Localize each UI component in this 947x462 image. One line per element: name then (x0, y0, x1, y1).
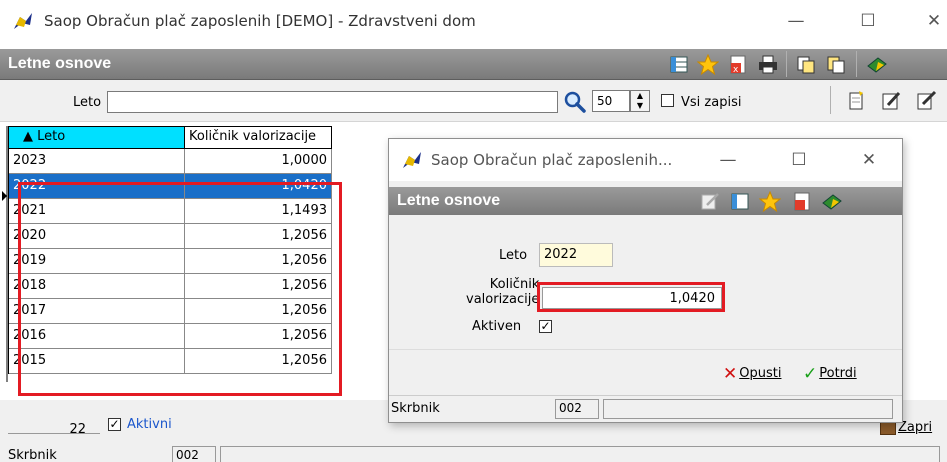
spin-up-icon[interactable]: ▲ (631, 91, 649, 101)
toolbar-separator (856, 51, 857, 77)
table-header: ▲ Leto Količnik valorizacije (9, 126, 332, 149)
section-header: Letne osnove x (0, 49, 947, 80)
aktiven-label: Aktiven (472, 319, 522, 334)
close-window-label: Zapri (898, 420, 933, 435)
dialog-owner-name (603, 399, 893, 419)
edit-multiple-icon[interactable] (915, 90, 937, 111)
dialog-status-bar: Skrbnik 002 (389, 395, 902, 422)
cancel-button[interactable]: ✕ Opusti (723, 364, 781, 384)
highlight-box-rows (18, 182, 342, 396)
aktiven-checkbox[interactable]: ✓ (539, 320, 552, 333)
active-only-label[interactable]: Aktivni (127, 417, 172, 432)
leto-field[interactable]: 2022 (539, 243, 613, 267)
all-records-label: Vsi zapisi (681, 95, 742, 110)
exit-book-icon[interactable] (866, 54, 888, 75)
confirm-label: Potrdi (819, 366, 857, 381)
svg-text:x: x (733, 65, 739, 75)
dialog-minimize-button[interactable]: — (714, 147, 742, 173)
dialog-close-button[interactable]: ✕ (855, 147, 883, 173)
page-size-input[interactable]: 50 (592, 90, 630, 112)
cancel-label: Opusti (739, 366, 782, 381)
page-size-stepper[interactable]: ▲ ▼ (630, 90, 650, 112)
section-title: Letne osnove (8, 55, 112, 72)
paste-record-icon[interactable] (825, 54, 847, 75)
toolbar-separator (830, 86, 831, 114)
main-titlebar: Saop Obračun plač zaposlenih [DEMO] - Zd… (0, 0, 947, 42)
active-only-checkbox[interactable]: ✓ (108, 418, 121, 431)
dialog-section-header: Letne osnove (389, 187, 902, 215)
dialog-owner-value: 002 (555, 399, 599, 419)
dialog-actions: ✕ Opusti ✓ Potrdi (389, 350, 902, 395)
dialog-title: Saop Obračun plač zaposlenih... (431, 151, 673, 169)
leto-filter-input[interactable] (107, 91, 558, 113)
edit-record-icon[interactable] (880, 90, 902, 111)
new-record-icon[interactable] (845, 90, 867, 111)
close-button[interactable]: ✕ (920, 8, 947, 34)
minimize-button[interactable]: — (782, 8, 810, 34)
copy-record-icon[interactable] (795, 54, 817, 75)
owner-value: 002 (172, 446, 216, 462)
owner-name-field (220, 446, 940, 462)
cell-kolicnik[interactable]: 1,0000 (185, 149, 332, 174)
export-excel-icon[interactable] (791, 191, 813, 212)
favorite-star-icon[interactable] (697, 54, 719, 75)
edit-pencil-icon[interactable] (699, 191, 721, 212)
leto-filter-label: Leto (73, 95, 102, 110)
kolicnik-label-line2: valorizacije (466, 292, 540, 307)
all-records-checkbox[interactable] (661, 94, 674, 107)
exit-book-icon[interactable] (821, 191, 843, 212)
row-indicator-icon (2, 126, 8, 382)
dialog-section-title: Letne osnove (397, 192, 501, 209)
table-row[interactable]: 2023 1,0000 (9, 149, 332, 174)
app-logo-icon (403, 152, 421, 168)
filter-toolbar: Leto 50 ▲ ▼ Vsi zapisi (0, 80, 947, 122)
edit-dialog: Saop Obračun plač zaposlenih... — ☐ ✕ Le… (388, 138, 903, 423)
dialog-maximize-button[interactable]: ☐ (785, 147, 813, 173)
confirm-button[interactable]: ✓ Potrdi (803, 364, 857, 384)
record-count: 22 (8, 410, 100, 437)
owner-label: Skrbnik (8, 448, 57, 462)
confirm-check-icon: ✓ (803, 364, 818, 384)
search-icon[interactable] (563, 90, 587, 114)
column-header-leto[interactable]: ▲ Leto (9, 126, 185, 149)
spin-down-icon[interactable]: ▼ (631, 101, 649, 111)
columns-icon[interactable] (668, 54, 690, 75)
kolicnik-label-line1: Količnik (489, 277, 540, 292)
row-indicator-column (0, 126, 8, 382)
cell-leto[interactable]: 2023 (9, 149, 185, 174)
window-title: Saop Obračun plač zaposlenih [DEMO] - Zd… (44, 12, 476, 30)
print-icon[interactable] (757, 54, 779, 75)
highlight-box-field (537, 282, 725, 312)
maximize-button[interactable]: ☐ (854, 8, 882, 34)
toolbar-separator (786, 51, 787, 77)
columns-icon[interactable] (729, 191, 751, 212)
leto-label: Leto (499, 248, 528, 263)
app-logo-icon (14, 13, 32, 29)
export-excel-icon[interactable]: x (727, 54, 749, 75)
dialog-owner-label: Skrbnik (391, 401, 440, 416)
favorite-star-icon[interactable] (759, 191, 781, 212)
dialog-form: Leto 2022 Količnik valorizacije 1,0420 A… (389, 215, 902, 349)
dialog-titlebar: Saop Obračun plač zaposlenih... — ☐ ✕ (389, 139, 902, 181)
cancel-x-icon: ✕ (723, 364, 738, 384)
kolicnik-label: Količnik valorizacije (466, 277, 539, 307)
column-header-kolicnik[interactable]: Količnik valorizacije (185, 126, 332, 149)
